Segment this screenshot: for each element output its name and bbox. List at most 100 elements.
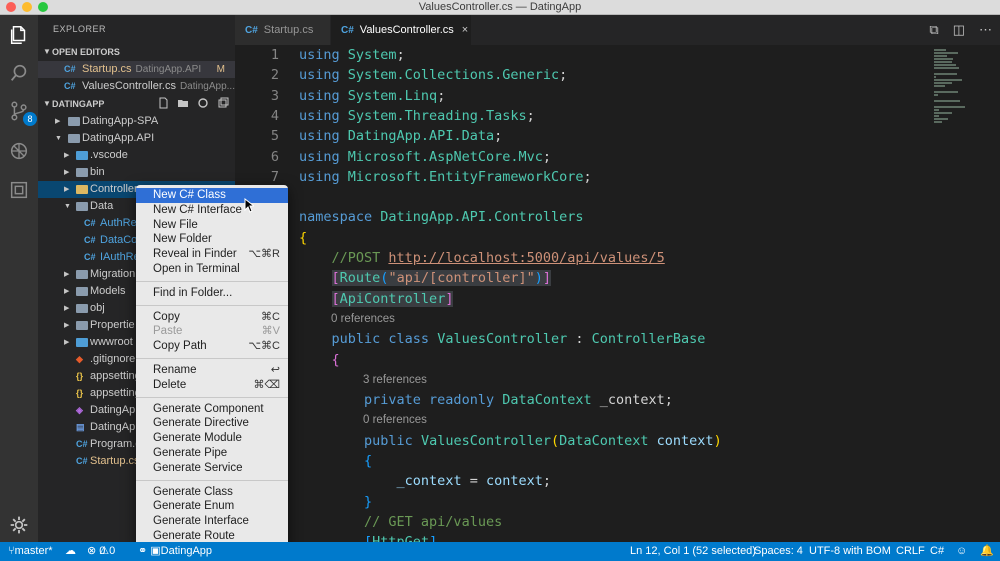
code-line[interactable]: // GET api/values [235,512,925,532]
code-line[interactable]: 0 references [235,410,925,430]
code-line[interactable]: 2 using System.Collections.Generic; [235,65,925,85]
menu-item-generate-service[interactable]: Generate Service [136,461,288,476]
folder-icon [76,338,88,347]
debug-icon[interactable] [7,139,31,163]
open-editor-item[interactable]: C# Startup.cs DatingApp.API M [38,61,235,78]
menu-item-new-c-class[interactable]: New C# Class [136,188,288,203]
end-of-line[interactable]: CRLF [896,542,925,561]
close-tab-icon[interactable]: × [462,24,468,36]
menu-item-generate-class[interactable]: Generate Class [136,485,288,500]
refresh-icon[interactable] [197,97,209,109]
encoding[interactable]: UTF-8 with BOM [809,542,891,561]
code-line[interactable]: //POST http://localhost:5000/api/values/… [235,248,925,268]
new-file-icon[interactable] [157,97,169,109]
code-line[interactable]: [Route("api/[controller]")] [235,268,925,288]
code-token: Microsoft.AspNetCore.Mvc [347,148,543,165]
menu-item-generate-enum[interactable]: Generate Enum [136,499,288,514]
feedback-icon[interactable]: ☺ [956,542,967,561]
menu-item-label: New C# Class [153,189,226,201]
minimap[interactable] [930,45,1000,542]
new-folder-icon[interactable] [177,97,189,109]
open-changes-icon[interactable]: ⧉ [929,22,938,38]
menu-item-generate-pipe[interactable]: Generate Pipe [136,446,288,461]
menu-item-generate-module[interactable]: Generate Module [136,431,288,446]
code-line[interactable]: [HttpGet] [235,532,925,542]
menu-item-generate-interface[interactable]: Generate Interface [136,514,288,529]
split-editor-icon[interactable]: ◫ [953,22,965,38]
menu-item-copy-path[interactable]: Copy Path ⌥⌘C [136,339,288,354]
code-line[interactable]: private readonly DataContext _context; [235,390,925,410]
minimap-line [934,82,952,84]
indentation[interactable]: Spaces: 4 [754,542,803,561]
code-line[interactable]: } [235,492,925,512]
code-token: DatingApp.API.Data [347,128,495,145]
menu-item-new-folder[interactable]: New Folder [136,232,288,247]
menu-item-reveal-in-finder[interactable]: Reveal in Finder ⌥⌘R [136,247,288,262]
code-line[interactable]: { [235,451,925,471]
files-icon[interactable] [7,23,31,47]
code-text: { [299,350,340,370]
menu-item-label: New Folder [153,233,212,246]
code-text: using System; [299,45,405,65]
tree-folder[interactable]: ▶ DatingApp-SPA [38,113,235,130]
menu-item-new-c-interface[interactable]: New C# Interface [136,203,288,218]
code-line[interactable]: 7 using Microsoft.EntityFrameworkCore; [235,167,925,187]
code-line[interactable]: [ApiController] [235,289,925,309]
project-indicator[interactable]: ⚭ ▣ DatingApp [138,542,212,561]
notifications-icon[interactable]: 🔔 [980,542,994,561]
code-line[interactable]: 5 using DatingApp.API.Data; [235,126,925,146]
language-mode[interactable]: C# [930,542,944,561]
menu-item-generate-directive[interactable]: Generate Directive [136,416,288,431]
code-token: _context; [591,392,673,409]
chevron-right-icon: ▶ [55,118,61,125]
cursor-position[interactable]: Ln 12, Col 1 (52 selected) [630,542,756,561]
menu-item-generate-component[interactable]: Generate Component [136,402,288,417]
code-line[interactable]: 4 using System.Threading.Tasks; [235,106,925,126]
codelens-references[interactable]: 0 references [331,309,395,329]
open-editors-section[interactable]: ▼ OPEN EDITORS [38,43,235,61]
code-line[interactable]: { [235,350,925,370]
codelens-references[interactable]: 0 references [363,410,427,430]
tree-folder[interactable]: ▼ DatingApp.API [38,130,235,147]
project-section[interactable]: ▼ DATINGAPP [38,95,235,113]
branch-indicator[interactable]: ⑂ master* [8,542,53,561]
source-control-icon[interactable]: 8 [7,99,37,126]
tree-folder[interactable]: ▶ bin [38,164,235,181]
code-line[interactable]: 0 references [235,309,925,329]
code-line[interactable]: 3 references [235,370,925,390]
menu-item-open-in-terminal[interactable]: Open in Terminal [136,262,288,277]
open-editor-item[interactable]: C# ValuesController.cs DatingApp... [38,78,235,95]
search-icon[interactable] [7,61,31,85]
menu-item-label: Generate Class [153,485,233,498]
chevron-down-icon: ▼ [64,203,71,210]
menu-item-find-in-folder[interactable]: Find in Folder... [136,286,288,301]
collapse-all-icon[interactable] [217,97,229,109]
code-editor[interactable]: 1 using System; 2 using System.Collections.… [235,45,1000,542]
settings-gear-icon[interactable] [9,515,29,535]
tree-folder[interactable]: ▶ .vscode [38,147,235,164]
code-line[interactable]: 1 using System; [235,45,925,65]
code-line[interactable]: namespace DatingApp.API.Controllers [235,207,925,227]
code-line[interactable]: 3 using System.Linq; [235,86,925,106]
extensions-icon[interactable] [7,178,31,202]
code-line[interactable]: 6 using Microsoft.AspNetCore.Mvc; [235,147,925,167]
code-line[interactable]: _context = context; [235,471,925,491]
more-actions-icon[interactable]: ⋯ [979,22,992,38]
code-line[interactable]: public ValuesController(DataContext cont… [235,431,925,451]
menu-item-delete[interactable]: Delete ⌘⌫ [136,378,288,393]
tab-startup[interactable]: C# Startup.cs [235,15,330,45]
csharp-file-icon: C# [76,456,88,466]
code-line[interactable]: public class ValuesController : Controll… [235,329,925,349]
code-line[interactable]: { [235,228,925,248]
tree-item-label: Data [90,200,114,212]
problems-indicator[interactable]: ⊗ 0 ⚠ 0 [87,542,115,561]
menu-item-label: New C# Interface [153,203,242,216]
code-token: { [364,453,373,469]
code-line[interactable] [235,187,925,207]
tab-values-controller[interactable]: C# ValuesController.cs × [331,15,471,45]
menu-item-copy[interactable]: Copy ⌘C [136,310,288,325]
menu-item-rename[interactable]: Rename ↩ [136,363,288,378]
sync-icon[interactable]: ☁ [65,542,76,561]
menu-item-new-file[interactable]: New File [136,218,288,233]
codelens-references[interactable]: 3 references [363,370,427,390]
